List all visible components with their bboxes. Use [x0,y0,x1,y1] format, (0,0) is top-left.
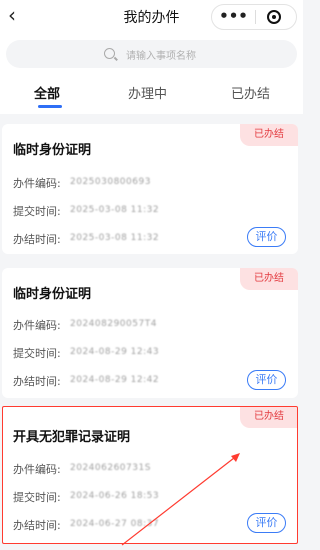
annotation-arrow-icon [121,453,240,546]
